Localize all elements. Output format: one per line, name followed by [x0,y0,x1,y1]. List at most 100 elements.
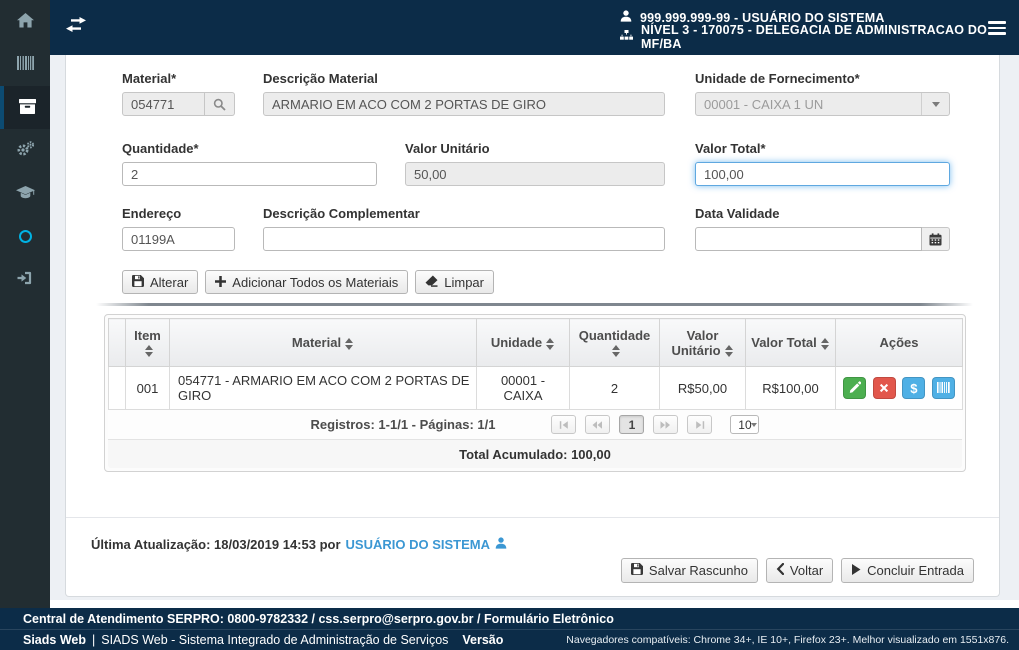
page-1-button[interactable]: 1 [619,415,645,434]
swap-arrows-icon[interactable] [66,17,86,35]
home-icon [16,12,34,31]
sidebar-item-status[interactable] [0,215,50,258]
material-field-group: Material* [122,71,235,116]
rows-per-page-value: 10 [738,417,752,432]
quantidade-label: Quantidade* [122,141,199,156]
chevron-left-icon [776,562,785,578]
quantidade-field-group: Quantidade* [122,141,377,186]
sign-out-icon [17,271,33,288]
panel-divider [66,517,999,518]
sidebar [0,0,50,608]
sidebar-item-education[interactable] [0,172,50,215]
separator: | [91,633,96,647]
header-org-text: NÍVEL 3 - 170075 - DELEGACIA DE ADMINIST… [641,22,988,51]
valor-unitario-label: Valor Unitário [405,141,490,156]
reorder-column-header [108,318,126,367]
row-material-cell: 054771 - ARMARIO EM ACO COM 2 PORTAS DE … [169,366,477,410]
archive-box-icon [18,98,36,117]
browser-compat-text: Navegadores compatíveis: Chrome 34+, IE … [566,634,1009,646]
alterar-button[interactable]: Alterar [122,270,199,294]
sidebar-item-warehouse[interactable] [0,86,50,129]
limpar-button-label: Limpar [444,274,484,290]
last-page-button [687,415,713,434]
system-line: Siads Web | SIADS Web - Sistema Integrad… [0,629,1019,650]
next-page-button [653,415,679,434]
user-icon [495,537,507,552]
row-valor-unitario-cell: R$50,00 [659,366,746,410]
last-update-text: Última Atualização: 18/03/2019 14:53 por [91,537,341,552]
acoes-column-header: Ações [835,318,963,367]
quantidade-input[interactable] [122,162,377,186]
main-content: Material* Descrição Material Unidade de … [50,55,1019,608]
concluir-entrada-button[interactable]: Concluir Entrada [841,558,974,583]
row-quantidade-cell: 2 [569,366,660,410]
sidebar-item-barcode[interactable] [0,43,50,86]
sort-icon [546,337,555,350]
form-buttons-row: Alterar Adicionar Todos os Materiais Lim… [122,270,494,294]
row-actions-cell: $ [835,366,963,410]
data-validade-input[interactable] [695,227,922,251]
data-validade-label: Data Validade [695,206,780,221]
voltar-label: Voltar [789,563,824,578]
save-icon [132,274,144,290]
descricao-complementar-label: Descrição Complementar [263,206,420,221]
table-row: 001 054771 - ARMARIO EM ACO COM 2 PORTAS… [108,366,963,410]
value-row-button[interactable]: $ [902,377,926,399]
first-page-button [551,415,577,434]
entry-form-panel: Material* Descrição Material Unidade de … [65,55,1000,597]
rows-per-page-select[interactable]: 10 [730,415,760,434]
plus-icon [215,275,227,290]
x-icon [879,381,889,396]
delete-row-button[interactable] [872,377,896,399]
materials-datatable: Item Material Unidade Quantidade Valor U… [104,314,966,472]
salvar-rascunho-button[interactable]: Salvar Rascunho [620,558,758,583]
adicionar-todos-button-label: Adicionar Todos os Materiais [232,274,399,290]
support-line: Central de Atendimento SERPRO: 0800-9782… [23,611,614,626]
paginator: Registros: 1-1/1 - Páginas: 1/1 1 10 [108,410,962,439]
descricao-material-field-group: Descrição Material [263,71,665,116]
endereco-input[interactable] [122,227,235,251]
row-unidade-cell: 00001 - CAIXA [476,366,570,410]
unidade-column-header[interactable]: Unidade [476,318,570,367]
pencil-icon [849,380,861,396]
sort-icon [612,345,621,358]
material-column-header[interactable]: Material [169,318,477,367]
sidebar-item-logout[interactable] [0,258,50,301]
sort-icon [145,345,154,358]
adicionar-todos-button[interactable]: Adicionar Todos os Materiais [205,270,409,294]
descricao-material-input [263,92,665,116]
barcode-row-button[interactable] [931,377,955,399]
concluir-entrada-label: Concluir Entrada [867,563,964,578]
descricao-complementar-input[interactable] [263,227,665,251]
voltar-button[interactable]: Voltar [765,558,834,583]
valor-total-input[interactable] [695,162,950,186]
bottom-strip [50,600,1019,608]
sidebar-item-home[interactable] [0,0,50,43]
barcode-icon [16,56,34,73]
limpar-button[interactable]: Limpar [415,270,494,294]
version-label: Versão [462,633,504,647]
header-org-line: NÍVEL 3 - 170075 - DELEGACIA DE ADMINIST… [620,23,1019,51]
menu-icon[interactable] [988,21,1006,38]
descricao-complementar-field-group: Descrição Complementar [263,206,665,251]
edit-row-button[interactable] [843,377,867,399]
material-label: Material* [122,71,177,86]
valor-total-field-group: Valor Total* [695,141,950,186]
circle-icon [18,230,32,243]
search-icon [205,92,235,116]
sidebar-item-settings[interactable] [0,129,50,172]
gears-icon [16,141,35,160]
quantidade-column-header[interactable]: Quantidade [569,318,660,367]
system-name: SIADS Web - Sistema Integrado de Adminis… [101,633,449,647]
data-validade-field-group: Data Validade [695,206,950,251]
paginator-buttons: 1 [551,415,713,434]
endereco-label: Endereço [122,206,182,221]
graduation-cap-icon [15,185,35,202]
salvar-rascunho-label: Salvar Rascunho [648,563,748,578]
row-item-cell: 001 [125,366,170,410]
item-column-header[interactable]: Item [125,318,170,367]
user-link[interactable]: USUÁRIO DO SISTEMA [346,537,490,552]
calendar-icon[interactable] [922,227,950,251]
valor-total-column-header[interactable]: Valor Total [745,318,836,367]
valor-unitario-column-header[interactable]: Valor Unitário [659,318,746,367]
